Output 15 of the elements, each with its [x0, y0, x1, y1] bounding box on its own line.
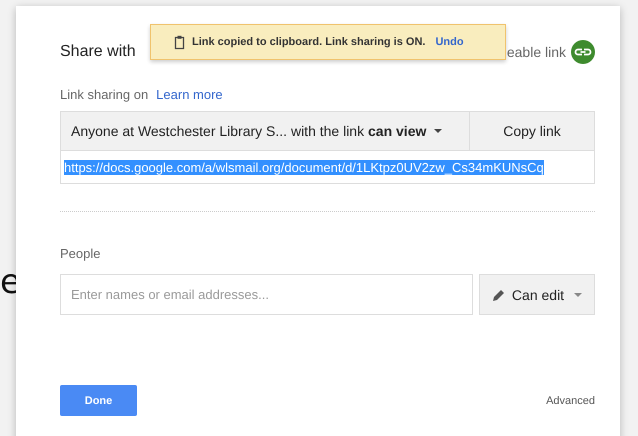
dialog-title: Share with [60, 43, 136, 61]
people-label: People [60, 246, 102, 261]
link-sharing-label: Link sharing on [60, 87, 148, 102]
copy-link-button[interactable]: Copy link [470, 112, 594, 150]
undo-link[interactable]: Undo [435, 36, 464, 48]
advanced-link[interactable]: Advanced [546, 394, 595, 406]
access-dropdown[interactable]: Anyone at Westchester Library S... with the link can view [61, 112, 470, 150]
permission-dropdown[interactable]: Can edit [479, 274, 595, 315]
shareable-link-label: eable link [506, 44, 566, 60]
pencil-icon [492, 288, 506, 302]
learn-more-link[interactable]: Learn more [156, 87, 223, 102]
clipboard-icon [174, 34, 185, 50]
people-input-field[interactable]: Enter names or email addresses... [60, 274, 473, 315]
link-icon[interactable] [571, 40, 595, 64]
toast-message: Link copied to clipboard. Link sharing is ON. [192, 36, 426, 48]
